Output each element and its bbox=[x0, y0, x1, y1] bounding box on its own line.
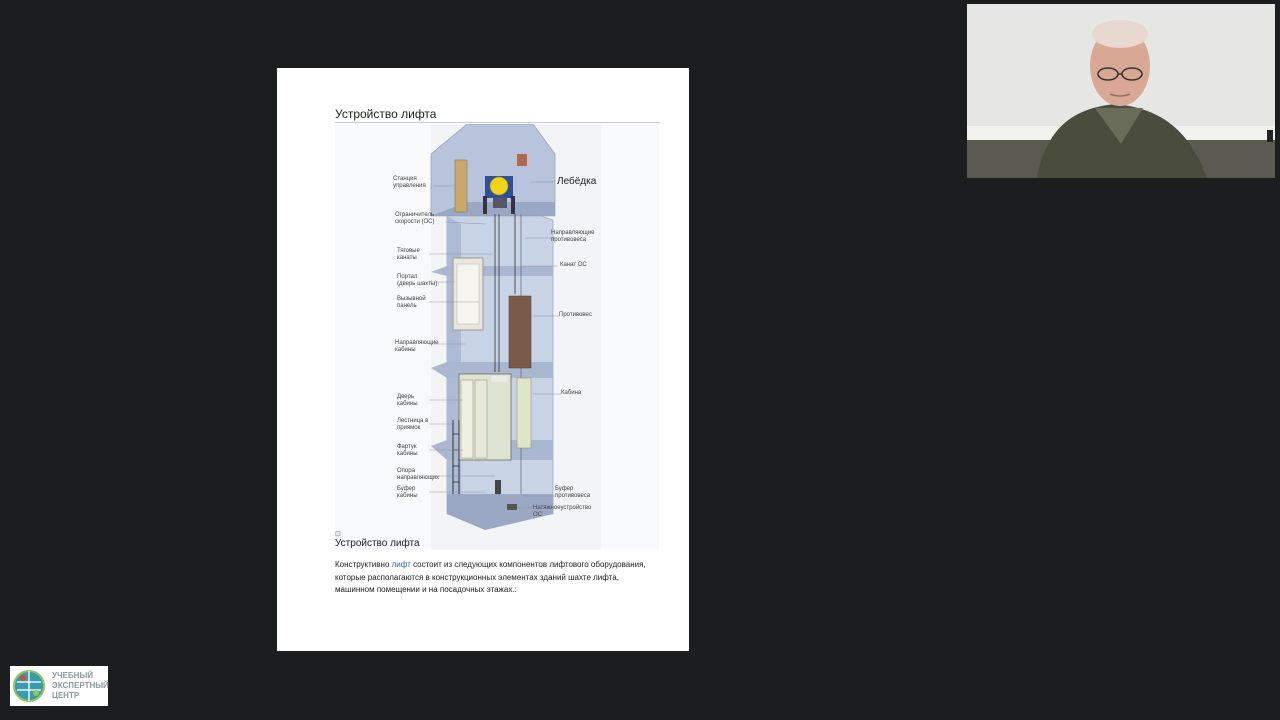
label-traction-ropes: Тяговые канаты bbox=[397, 248, 420, 261]
label-tensioner: Натяжноеустройство ОС bbox=[533, 505, 592, 518]
webcam-video bbox=[967, 4, 1275, 178]
elevator-diagram: Лебёдка Станция управления Ограничитель … bbox=[335, 124, 659, 550]
label-apron: Фартук кабины bbox=[397, 444, 418, 457]
logo-line-2: ЭКСПЕРТНЫЙ bbox=[52, 681, 109, 690]
globe-logo-icon bbox=[13, 670, 45, 702]
label-control-station: Станция управления bbox=[393, 176, 426, 189]
label-call-panel: Вызывной панель bbox=[397, 296, 426, 309]
label-counterweight: Противовес bbox=[559, 312, 592, 318]
body-paragraph: Конструктивно лифт состоит из следующих … bbox=[335, 559, 655, 597]
label-cabin-buffer: Буфер кабины bbox=[397, 486, 418, 499]
logo-line-1: УЧЕБНЫЙ bbox=[52, 671, 94, 680]
label-cabin-guides: Направляющие кабины bbox=[395, 340, 439, 353]
logo-line-3: ЦЕНТР bbox=[52, 691, 80, 700]
presentation-slide: Устройство лифта Лебёдка Станция управле… bbox=[277, 68, 689, 651]
label-winch: Лебёдка bbox=[557, 176, 597, 187]
label-counterweight-buffer: Буфер противовеса bbox=[555, 486, 591, 499]
label-cabin-door: Дверь кабины bbox=[397, 394, 418, 407]
slide-title: Устройство лифта bbox=[335, 107, 660, 123]
label-portal: Портал (дверь шахты) bbox=[397, 274, 438, 287]
enlarge-icon[interactable]: ⊡ bbox=[335, 530, 341, 538]
label-pit-ladder: Лестница в приямок bbox=[397, 418, 429, 431]
logo-text: УЧЕБНЫЙ ЭКСПЕРТНЫЙ ЦЕНТР bbox=[52, 671, 109, 701]
presenter-video-frame bbox=[967, 4, 1275, 178]
label-counterweight-guides: Направляющие противовеса bbox=[551, 230, 595, 243]
organization-logo: УЧЕБНЫЙ ЭКСПЕРТНЫЙ ЦЕНТР bbox=[10, 666, 109, 706]
label-limiter-rope: Канат ОС bbox=[560, 262, 587, 268]
label-guide-support: Опора направляющих bbox=[397, 468, 440, 481]
label-cabin: Кабина bbox=[561, 390, 582, 396]
elevator-shaft-drawing bbox=[429, 124, 601, 550]
body-text-start: Конструктивно bbox=[335, 560, 392, 569]
elevator-link[interactable]: лифт bbox=[392, 560, 411, 569]
label-speed-limiter: Ограничитель скорости (ОС) bbox=[395, 212, 435, 225]
figure-caption: Устройство лифта bbox=[335, 538, 420, 549]
